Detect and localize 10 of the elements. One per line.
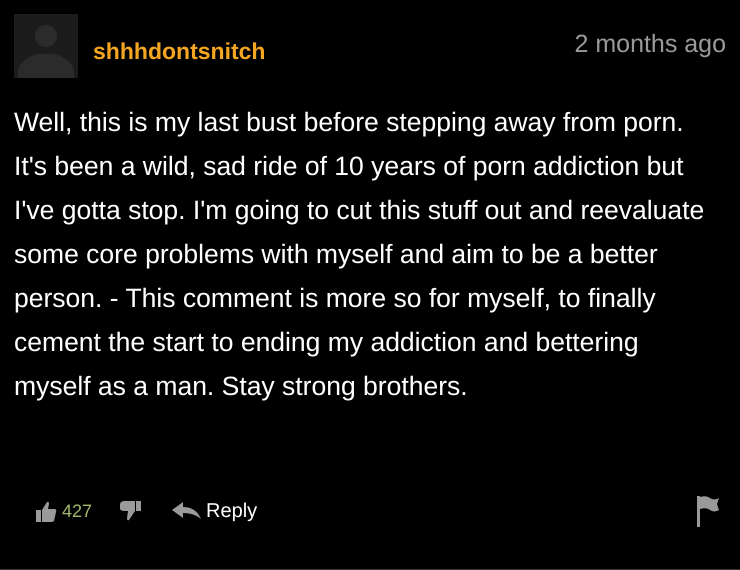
reply-arrow-icon xyxy=(172,501,202,521)
username[interactable]: shhhdontsnitch xyxy=(93,34,266,68)
reply-button[interactable]: Reply xyxy=(172,496,258,526)
like-count: 427 xyxy=(62,500,92,522)
comment-time: 2 months ago xyxy=(574,29,726,60)
comment-text: Well, this is my last bust before stepping away from porn. It's been a wild, sad ride of 10 years of porn addiction but I've gotta stop. I'm going to cut this stuff out and reevaluate some core problems with myself and aim to be a better person. - This comment is more so for myself, to finally cement the start to ending my addiction and bettering myself as a man. Stay strong brothers. xyxy=(13,106,706,403)
avatar-icon xyxy=(14,14,78,78)
flag-icon[interactable] xyxy=(696,495,720,527)
thumbs-down-icon[interactable] xyxy=(118,499,142,523)
thumbs-up-icon[interactable] xyxy=(34,499,58,523)
